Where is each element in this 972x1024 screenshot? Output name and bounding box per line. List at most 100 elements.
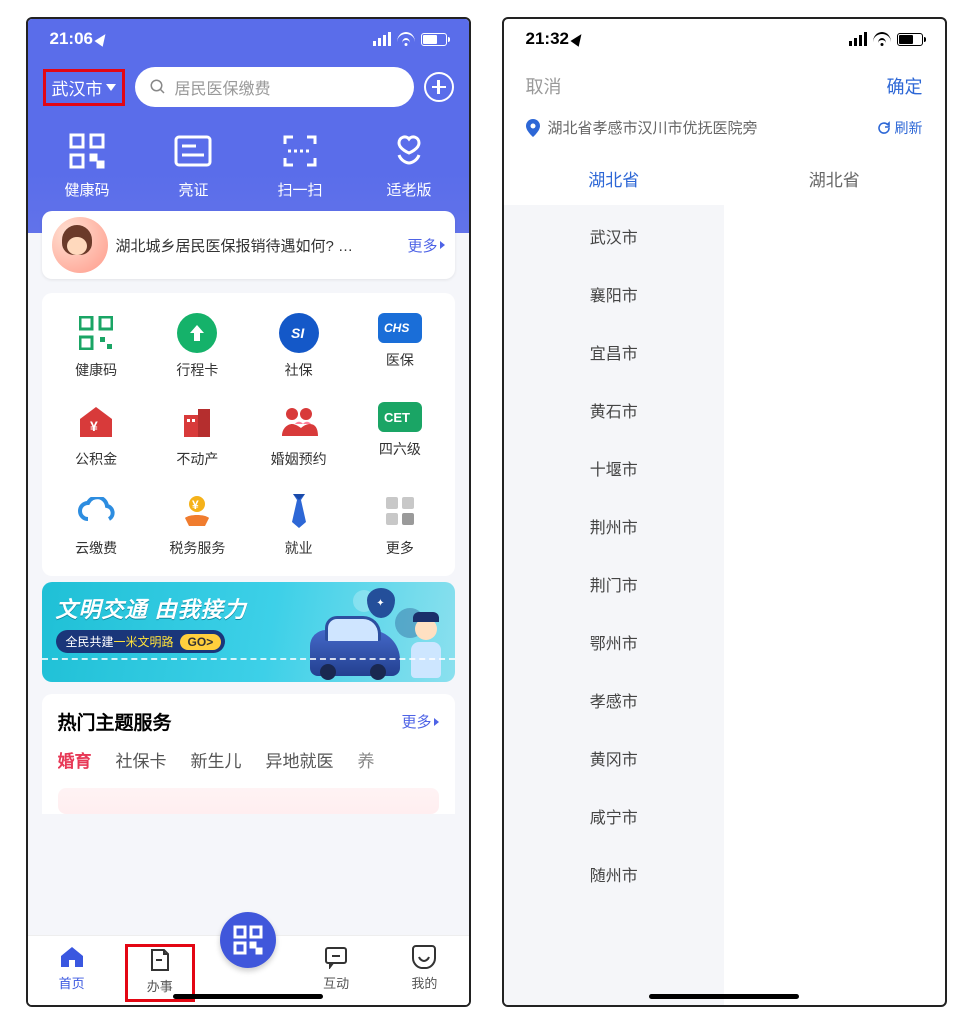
grid-cloud-pay[interactable]: 云缴费: [46, 491, 147, 558]
city-item[interactable]: 荆门市: [504, 555, 725, 613]
banner-go[interactable]: GO>: [180, 634, 222, 650]
tab-social-card[interactable]: 社保卡: [116, 747, 167, 772]
grid-social-insurance[interactable]: SI社保: [248, 313, 349, 380]
building-icon: [177, 402, 217, 442]
home-indicator: [649, 994, 799, 999]
hot-section: 热门主题服务 更多 婚育 社保卡 新生儿 异地就医 养: [42, 694, 455, 814]
city-item[interactable]: 孝感市: [504, 671, 725, 729]
battery-icon: [897, 33, 923, 46]
quick-label: 适老版: [386, 179, 431, 200]
svg-text:CHS: CHS: [384, 321, 409, 335]
confirm-button[interactable]: 确定: [887, 73, 923, 99]
banner[interactable]: ✦ 文明交通 由我接力 全民共建一米文明路 GO>: [42, 582, 455, 682]
nav-mine[interactable]: 我的: [389, 944, 459, 992]
signal-icon: [373, 32, 391, 46]
grid-label: 更多: [386, 538, 414, 558]
nav-interact[interactable]: 互动: [301, 944, 371, 992]
news-card[interactable]: 湖北城乡居民医保报销待遇如何? … 更多: [42, 211, 455, 279]
city-item[interactable]: 荆州市: [504, 497, 725, 555]
grid-cet[interactable]: CET 四六级: [349, 402, 450, 469]
city-item[interactable]: 黄冈市: [504, 729, 725, 787]
tab-newborn[interactable]: 新生儿: [191, 747, 242, 772]
quick-scan[interactable]: 扫一扫: [277, 131, 322, 200]
city-detail-column: [724, 205, 945, 1005]
grid-label: 健康码: [75, 360, 117, 380]
grid-employment[interactable]: 就业: [248, 491, 349, 558]
city-column-header[interactable]: 湖北省: [724, 166, 945, 191]
hot-tabs: 婚育 社保卡 新生儿 异地就医 养: [58, 747, 439, 772]
tab-remote-medical[interactable]: 异地就医: [266, 747, 334, 772]
current-location-row[interactable]: 湖北省孝感市汉川市优抚医院旁 刷新: [504, 113, 945, 152]
svg-text:¥: ¥: [90, 418, 98, 434]
cloud-icon: [76, 491, 116, 531]
grid-travel-card[interactable]: 行程卡: [147, 313, 248, 380]
city-item[interactable]: 鄂州市: [504, 613, 725, 671]
grid-real-estate[interactable]: 不动产: [147, 402, 248, 469]
id-card-icon: [173, 131, 213, 171]
avatar-icon: [52, 217, 108, 273]
location-arrow-icon: [94, 31, 109, 47]
status-icons: [849, 32, 923, 46]
wifi-icon: [873, 32, 891, 46]
quick-label: 健康码: [64, 179, 109, 200]
city-name: 武汉市: [52, 75, 103, 100]
scan-icon: [280, 131, 320, 171]
house-fund-icon: ¥: [76, 402, 116, 442]
city-item[interactable]: 随州市: [504, 845, 725, 903]
phone-right: 21:32 取消 确定 湖北省孝感市汉川市优抚医院旁 刷新 湖北省 湖北省 武汉…: [502, 17, 947, 1007]
service-grid: 健康码 行程卡 SI社保 CHS医保 ¥公积金 不动产 婚姻预约 CET四六级 …: [46, 313, 451, 558]
city-item[interactable]: 十堰市: [504, 439, 725, 497]
chevron-down-icon: [106, 84, 116, 91]
signal-icon: [849, 32, 867, 46]
location-pin-icon: [526, 119, 540, 137]
wifi-icon: [397, 32, 415, 46]
cet-icon: CET: [378, 402, 422, 432]
hot-title: 热门主题服务: [58, 708, 172, 735]
province-column-header[interactable]: 湖北省: [504, 166, 725, 191]
grid-label: 社保: [285, 360, 313, 380]
hot-card[interactable]: [58, 788, 439, 814]
current-location-text: 湖北省孝感市汉川市优抚医院旁: [548, 117, 758, 138]
grid-label: 行程卡: [176, 360, 218, 380]
home-icon: [59, 944, 85, 970]
city-list[interactable]: 武汉市襄阳市宜昌市黄石市十堰市荆州市荆门市鄂州市孝感市黄冈市咸宁市随州市: [504, 205, 725, 1005]
refresh-label: 刷新: [895, 118, 923, 138]
nav-center-qr[interactable]: [220, 912, 276, 968]
grid-tax[interactable]: ¥税务服务: [147, 491, 248, 558]
add-button[interactable]: [424, 72, 454, 102]
grid-label: 四六级: [379, 439, 421, 459]
grid-medical-insurance[interactable]: CHS医保: [349, 313, 450, 380]
quick-actions: 健康码 亮证 扫一扫 适老版: [28, 119, 469, 210]
quick-health-code[interactable]: 健康码: [64, 131, 109, 200]
city-item[interactable]: 襄阳市: [504, 265, 725, 323]
city-item[interactable]: 武汉市: [504, 207, 725, 265]
refresh-button[interactable]: 刷新: [877, 118, 923, 138]
chs-icon: CHS: [378, 313, 422, 343]
city-item[interactable]: 咸宁市: [504, 787, 725, 845]
quick-show-cert[interactable]: 亮证: [173, 131, 213, 200]
quick-elderly[interactable]: 适老版: [386, 131, 431, 200]
news-text: 湖北城乡居民医保报销待遇如何? …: [116, 235, 400, 256]
city-item[interactable]: 黄石市: [504, 381, 725, 439]
couple-icon: [279, 402, 319, 442]
bottom-nav: 首页 办事 互动 我的: [28, 935, 469, 1005]
hot-more-link[interactable]: 更多: [401, 711, 438, 732]
grid-housing-fund[interactable]: ¥ 公积金: [46, 402, 147, 469]
nav-home[interactable]: 首页: [37, 944, 107, 992]
home-indicator: [173, 994, 323, 999]
search-placeholder: 居民医保缴费: [175, 75, 271, 99]
grid-marriage[interactable]: 婚姻预约: [248, 402, 349, 469]
cancel-button[interactable]: 取消: [526, 73, 562, 99]
grid-health-code[interactable]: 健康码: [46, 313, 147, 380]
grid-label: 公积金: [75, 449, 117, 469]
tab-extra[interactable]: 养: [358, 747, 375, 772]
city-selector[interactable]: 武汉市: [43, 69, 125, 106]
picker-columns: 武汉市襄阳市宜昌市黄石市十堰市荆州市荆门市鄂州市孝感市黄冈市咸宁市随州市: [504, 205, 945, 1005]
city-item[interactable]: 宜昌市: [504, 323, 725, 381]
news-more-link[interactable]: 更多: [407, 235, 444, 256]
tab-marriage[interactable]: 婚育: [58, 747, 92, 772]
officer-illustration: [407, 618, 445, 680]
grid-more[interactable]: 更多: [349, 491, 450, 558]
arrow-up-icon: [177, 313, 217, 353]
search-input[interactable]: 居民医保缴费: [135, 67, 414, 107]
